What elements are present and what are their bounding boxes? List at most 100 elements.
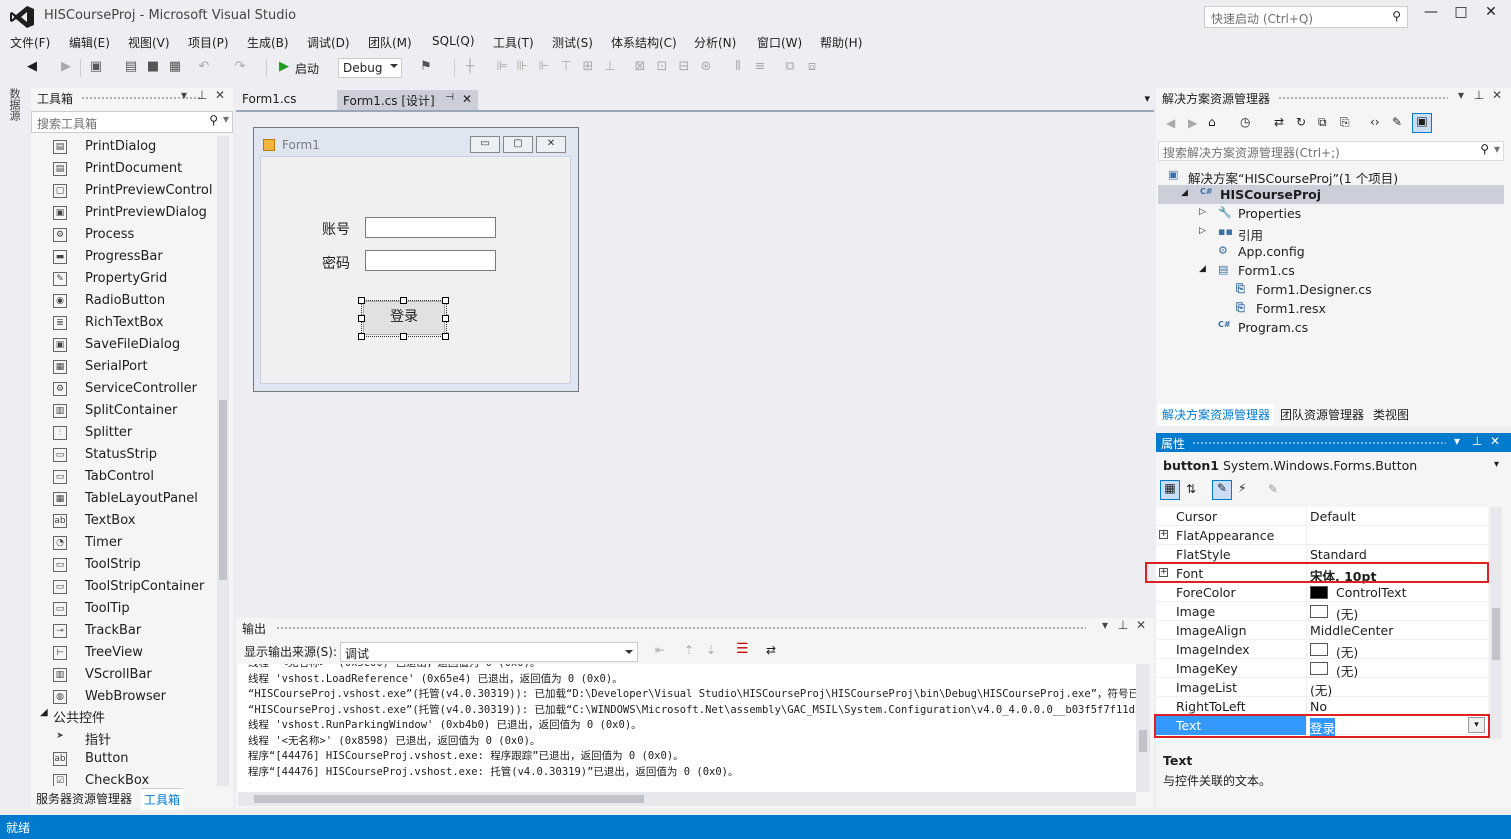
- tree-item[interactable]: App.config: [1238, 244, 1305, 259]
- tab-form1-design[interactable]: Form1.cs [设计] ⊣ ✕: [337, 90, 478, 110]
- toolbox-item[interactable]: ▤ PrintDialog: [31, 136, 217, 158]
- tab-class-view[interactable]: 类视图: [1373, 406, 1409, 423]
- toolbox-item[interactable]: ➤ 指针: [31, 726, 217, 748]
- resize-handle[interactable]: [358, 315, 365, 322]
- align-bottom-icon[interactable]: ⊥: [602, 59, 618, 75]
- align-middle-icon[interactable]: ⊞: [580, 59, 596, 75]
- word-wrap-icon[interactable]: ⇄: [766, 643, 776, 657]
- toolbox-scroll-thumb[interactable]: [219, 400, 227, 580]
- property-row[interactable]: ImageList (无): [1156, 678, 1488, 698]
- toolbox-item[interactable]: ▭ ToolTip: [31, 598, 217, 620]
- property-row[interactable]: ForeColor ControlText: [1156, 583, 1488, 602]
- tree-item[interactable]: HISCourseProj: [1220, 187, 1321, 202]
- output-vscroll-thumb[interactable]: [1139, 730, 1147, 752]
- toolbox-item[interactable]: ▭ TabControl: [31, 466, 217, 488]
- same-height-icon[interactable]: ⊡: [654, 59, 670, 75]
- data-sources-tab[interactable]: 数据源: [8, 88, 22, 128]
- property-row[interactable]: + FlatAppearance: [1156, 526, 1488, 545]
- resize-handle[interactable]: [442, 333, 449, 340]
- chevron-down-icon[interactable]: ▾: [1494, 459, 1499, 470]
- property-value[interactable]: No: [1310, 699, 1327, 714]
- categorized-icon[interactable]: ▦: [1160, 480, 1180, 500]
- find-next-icon[interactable]: ⇣: [706, 643, 716, 657]
- view-code-icon[interactable]: ‹›: [1370, 115, 1380, 129]
- sync-icon[interactable]: ⇄: [1274, 115, 1284, 129]
- minimize-button[interactable]: —: [1416, 4, 1446, 26]
- tree-expander-icon[interactable]: ◢: [1199, 264, 1206, 274]
- same-size-icon[interactable]: ⊟: [676, 59, 692, 75]
- toolbox-search-input[interactable]: 搜索工具箱 ⚲ ▾: [31, 111, 233, 133]
- tab-form1-code[interactable]: Form1.cs: [236, 90, 303, 110]
- toolbox-group-header[interactable]: ◢ 公共控件: [31, 704, 217, 726]
- pin-icon[interactable]: ⊥: [1116, 618, 1130, 632]
- toolbox-item[interactable]: ▤ PrintDocument: [31, 158, 217, 180]
- save-icon[interactable]: ■: [145, 59, 161, 75]
- dropdown-icon[interactable]: ▾: [1454, 88, 1468, 102]
- toolbox-item[interactable]: ◉ RadioButton: [31, 290, 217, 312]
- properties-icon[interactable]: ✎: [1392, 115, 1402, 129]
- output-hscroll-thumb[interactable]: [254, 795, 644, 803]
- close-icon[interactable]: ✕: [213, 88, 227, 102]
- property-row[interactable]: Cursor Default: [1156, 507, 1488, 526]
- close-icon[interactable]: ✕: [1490, 434, 1500, 448]
- start-icon[interactable]: ▶: [276, 59, 292, 75]
- property-row[interactable]: ImageKey (无): [1156, 659, 1488, 679]
- tree-item[interactable]: 解决方案“HISCourseProj”(1 个项目): [1188, 168, 1398, 187]
- forward-icon[interactable]: ▶: [1188, 116, 1197, 130]
- pin-icon[interactable]: ⊣: [445, 92, 454, 103]
- align-icon[interactable]: ┼: [462, 59, 478, 75]
- property-value[interactable]: Standard: [1310, 547, 1367, 562]
- align-center-icon[interactable]: ⊪: [514, 59, 530, 75]
- goto-previous-icon[interactable]: ⇤: [655, 643, 665, 657]
- menu-help[interactable]: 帮助(H): [820, 34, 862, 51]
- toolbox-item[interactable]: ◔ Timer: [31, 532, 217, 554]
- view-designer-icon[interactable]: ▣: [1412, 113, 1432, 133]
- resize-handle[interactable]: [358, 333, 365, 340]
- menu-tools[interactable]: 工具(T): [493, 34, 534, 51]
- menu-team[interactable]: 团队(M): [368, 34, 412, 51]
- output-source-combo[interactable]: 调试: [340, 642, 638, 662]
- grid-icon[interactable]: ⊛: [698, 59, 714, 75]
- tree-item[interactable]: Form1.cs: [1238, 263, 1295, 278]
- tab-toolbox[interactable]: 工具箱: [141, 788, 184, 810]
- alphabetical-icon[interactable]: ⇅: [1186, 482, 1196, 496]
- configuration-combo[interactable]: Debug: [338, 58, 402, 78]
- tree-item[interactable]: Program.cs: [1238, 320, 1308, 335]
- forward-icon[interactable]: ▶: [58, 59, 74, 75]
- find-previous-icon[interactable]: ⇡: [684, 643, 694, 657]
- resize-handle[interactable]: [358, 297, 365, 304]
- close-icon[interactable]: ✕: [1134, 618, 1148, 632]
- tab-server-explorer[interactable]: 服务器资源管理器: [36, 790, 132, 807]
- tree-expander-icon[interactable]: ▷: [1199, 226, 1206, 236]
- pin-icon[interactable]: ⊥: [195, 88, 209, 102]
- property-row[interactable]: Image (无): [1156, 602, 1488, 622]
- collapse-all-icon[interactable]: ⧉: [1318, 115, 1327, 130]
- property-pages-icon[interactable]: ✎: [1268, 482, 1278, 496]
- output-vscrollbar[interactable]: [1136, 664, 1150, 792]
- attach-icon[interactable]: ⚑: [418, 59, 434, 75]
- menu-architecture[interactable]: 体系结构(C): [611, 34, 677, 51]
- show-all-files-icon[interactable]: ⎘: [1340, 115, 1350, 130]
- toolbox-item[interactable]: ✎ PropertyGrid: [31, 268, 217, 290]
- pending-changes-icon[interactable]: ◷: [1240, 115, 1250, 129]
- home-icon[interactable]: ⌂: [1208, 115, 1216, 129]
- properties-view-icon[interactable]: ✎: [1212, 480, 1232, 500]
- property-object-selector[interactable]: button1 System.Windows.Forms.Button: [1163, 458, 1417, 473]
- menu-file[interactable]: 文件(F): [10, 34, 50, 51]
- solution-search-input[interactable]: 搜索解决方案资源管理器(Ctrl+;) ⚲ ▾: [1158, 141, 1504, 161]
- align-left-icon[interactable]: ⊫: [494, 59, 510, 75]
- toolbox-item[interactable]: ▢ PrintPreviewControl: [31, 180, 217, 202]
- new-project-icon[interactable]: ▣: [88, 59, 104, 75]
- menu-analyze[interactable]: 分析(N): [694, 34, 736, 51]
- property-value[interactable]: ControlText: [1336, 585, 1406, 600]
- toolbox-item[interactable]: ▥ VScrollBar: [31, 664, 217, 686]
- property-row[interactable]: ImageIndex (无): [1156, 640, 1488, 660]
- align-right-icon[interactable]: ⊩: [536, 59, 552, 75]
- back-icon[interactable]: ◀: [24, 59, 40, 75]
- expand-icon[interactable]: +: [1159, 530, 1168, 539]
- toolbox-item[interactable]: ▦ SerialPort: [31, 356, 217, 378]
- clear-all-icon[interactable]: ☰: [736, 641, 749, 657]
- label-account[interactable]: 账号: [322, 219, 350, 239]
- save-all-icon[interactable]: ▦: [167, 59, 183, 75]
- toolbox-item[interactable]: ▭ StatusStrip: [31, 444, 217, 466]
